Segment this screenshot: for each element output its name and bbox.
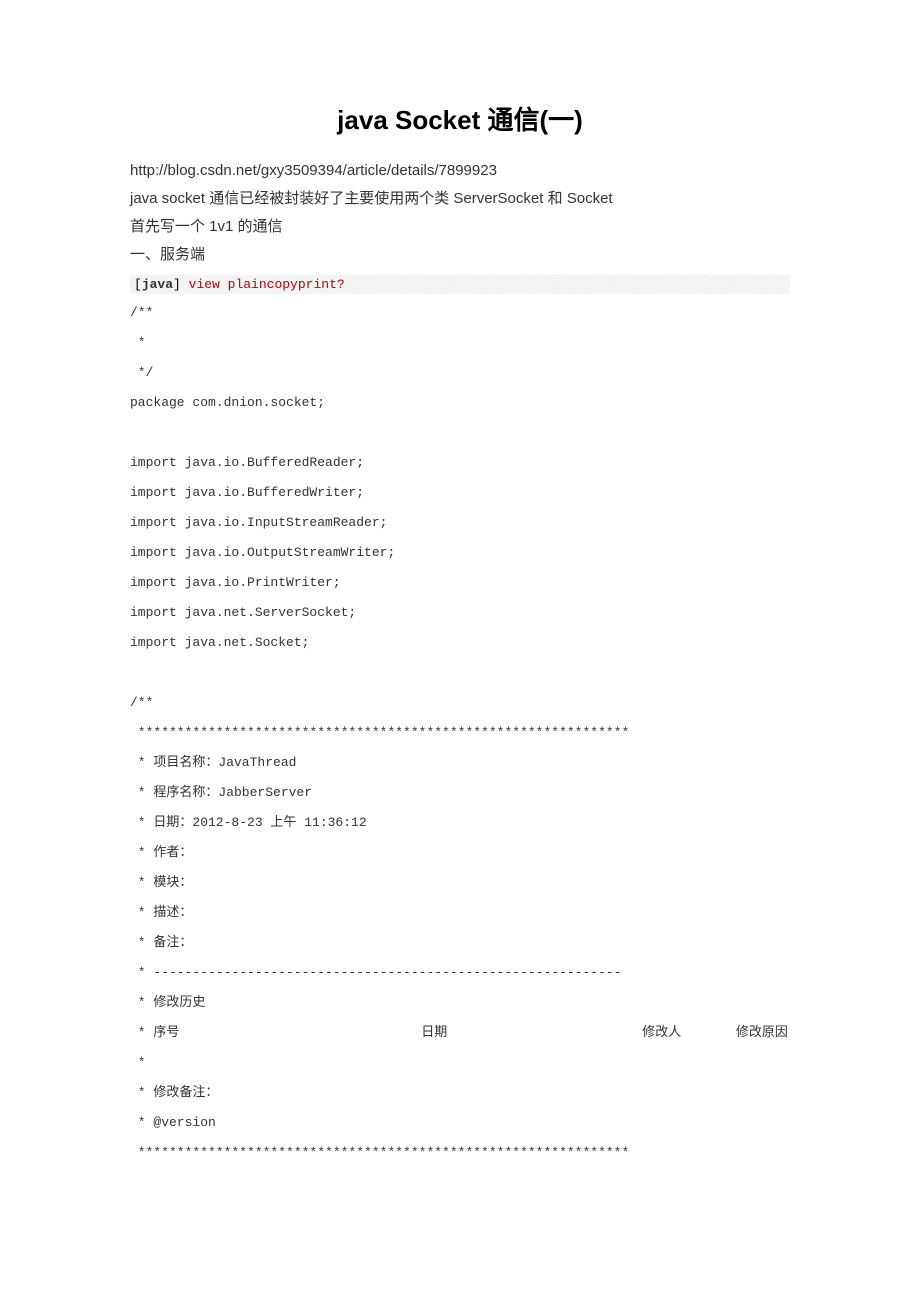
section-heading-server: 一、服务端 [130, 241, 790, 269]
print-link[interactable]: print [298, 277, 337, 292]
code-toolbar: [java] view plaincopyprint? [130, 275, 790, 294]
copy-link[interactable]: copy [267, 277, 298, 292]
view-plain-link[interactable]: view plain [189, 277, 267, 292]
help-link[interactable]: ? [337, 277, 345, 292]
intro-line-2: 首先写一个 1v1 的通信 [130, 213, 790, 241]
code-block: /** * */ package com.dnion.socket; impor… [130, 298, 790, 1168]
intro-line-1: java socket 通信已经被封装好了主要使用两个类 ServerSocke… [130, 185, 790, 213]
toolbar-bracket-close: ] [173, 277, 189, 292]
article-title: java Socket 通信(一) [130, 100, 790, 137]
source-url: http://blog.csdn.net/gxy3509394/article/… [130, 157, 790, 185]
toolbar-lang-label: java [142, 277, 173, 292]
toolbar-bracket-open: [ [134, 277, 142, 292]
